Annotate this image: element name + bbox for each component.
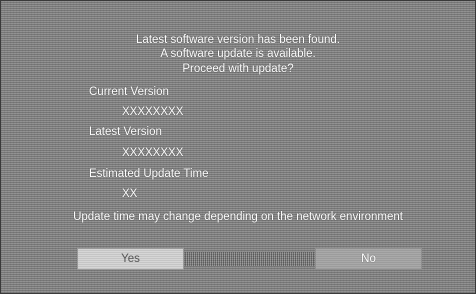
software-update-dialog: Latest software version has been found. … [0,0,476,294]
message-line-found: Latest software version has been found. [136,34,340,46]
yes-button[interactable]: Yes [77,248,184,270]
estimated-time-value: XX [122,188,138,200]
message-line-available: A software update is available. [160,48,316,60]
latest-version-label: Latest Version [89,126,162,138]
network-note: Update time may change depending on the … [73,211,403,223]
estimated-time-label: Estimated Update Time [89,168,209,180]
button-divider-band [185,252,314,266]
no-button[interactable]: No [315,248,422,270]
current-version-value: XXXXXXXX [122,106,184,118]
current-version-label: Current Version [89,86,169,98]
message-line-proceed: Proceed with update? [182,63,294,75]
latest-version-value: XXXXXXXX [122,147,184,159]
